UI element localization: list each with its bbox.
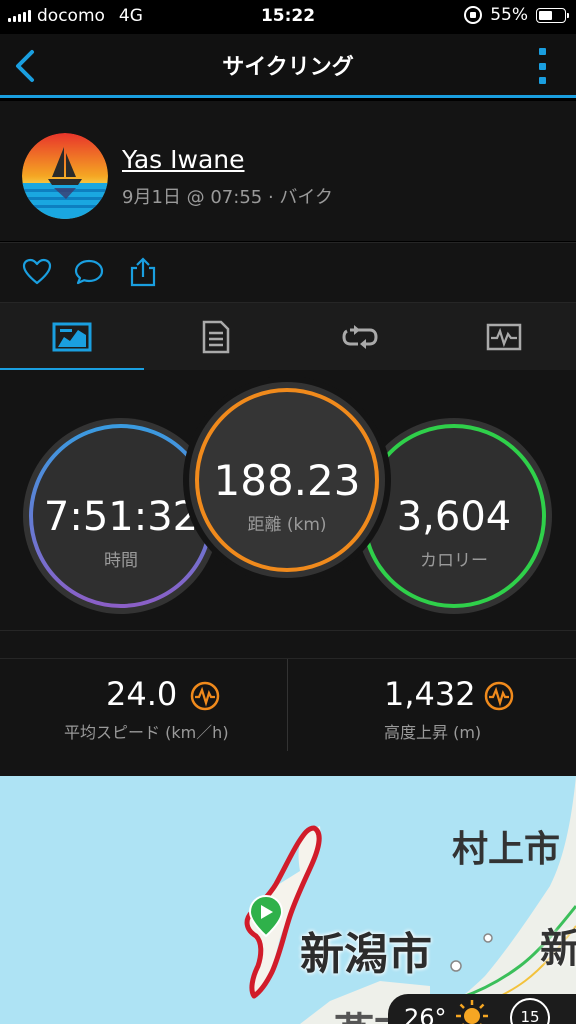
avg-speed-value: 24.0 (106, 675, 178, 713)
tab-details[interactable] (144, 303, 288, 371)
battery-icon (536, 7, 569, 23)
rotation-lock-icon (464, 6, 483, 24)
weather-widget[interactable]: 26° 15 (388, 994, 576, 1024)
activity-tabs (0, 302, 576, 371)
page-title: サイクリング (222, 55, 354, 80)
route-map[interactable]: 村上市 新潟市 新 燕市 (0, 776, 576, 1024)
map-label-murakami: 村上市 (452, 829, 561, 870)
tab-graph[interactable] (432, 303, 576, 371)
wind-speed: 15 (520, 1008, 540, 1024)
tab-laps[interactable] (288, 303, 432, 371)
elevation-stat[interactable]: 1,432 高度上昇 (m) (288, 659, 576, 759)
elevation-label: 高度上昇 (m) (384, 723, 482, 742)
pulse-icon (484, 681, 514, 711)
weather-temp: 26° (404, 1004, 447, 1024)
calories-circle: 3,604 カロリー (356, 418, 552, 614)
sun-icon (456, 1000, 488, 1024)
share-icon[interactable] (128, 257, 158, 287)
graph-icon (486, 323, 522, 351)
map-label-partial: 新 (540, 926, 576, 972)
summary-circles: 7:51:32 時間 3,604 カロリー 188.23 距離 (km) (0, 370, 576, 630)
elevation-value: 1,432 (384, 675, 476, 713)
avatar[interactable] (22, 133, 108, 219)
heart-icon[interactable] (22, 257, 52, 287)
wind-indicator: 15 (510, 998, 550, 1024)
comment-icon[interactable] (74, 257, 104, 287)
avg-speed-stat[interactable]: 24.0 平均スピード (km／h) (0, 659, 287, 759)
avg-speed-label: 平均スピード (km／h) (64, 723, 229, 742)
tab-map-chart[interactable] (0, 303, 144, 371)
activity-header: Yas Iwane 9月1日 @ 07:55 · バイク (0, 101, 576, 241)
details-icon (202, 320, 230, 354)
laps-icon (342, 325, 378, 349)
map-chart-icon (52, 322, 92, 352)
status-bar: docomo 4G 15:22 55% (0, 0, 576, 34)
nav-bar: サイクリング (0, 34, 576, 98)
calories-value: 3,604 (396, 494, 512, 540)
action-row (0, 242, 576, 302)
vertical-dots-icon[interactable] (538, 48, 546, 84)
distance-label: 距離 (km) (247, 515, 327, 535)
activity-meta: 9月1日 @ 07:55 · バイク (122, 187, 334, 208)
distance-value: 188.23 (213, 456, 361, 505)
stats-row: 24.0 平均スピード (km／h) 1,432 高度上昇 (m) (0, 658, 576, 776)
separator (0, 630, 576, 658)
map-background (244, 776, 576, 1024)
calories-label: カロリー (420, 551, 488, 571)
battery-percent: 55% (490, 5, 528, 25)
pulse-icon (190, 681, 220, 711)
user-name-link[interactable]: Yas Iwane (122, 145, 245, 174)
map-label-niigata: 新潟市 (300, 929, 432, 980)
distance-circle: 188.23 距離 (km) (189, 382, 385, 578)
